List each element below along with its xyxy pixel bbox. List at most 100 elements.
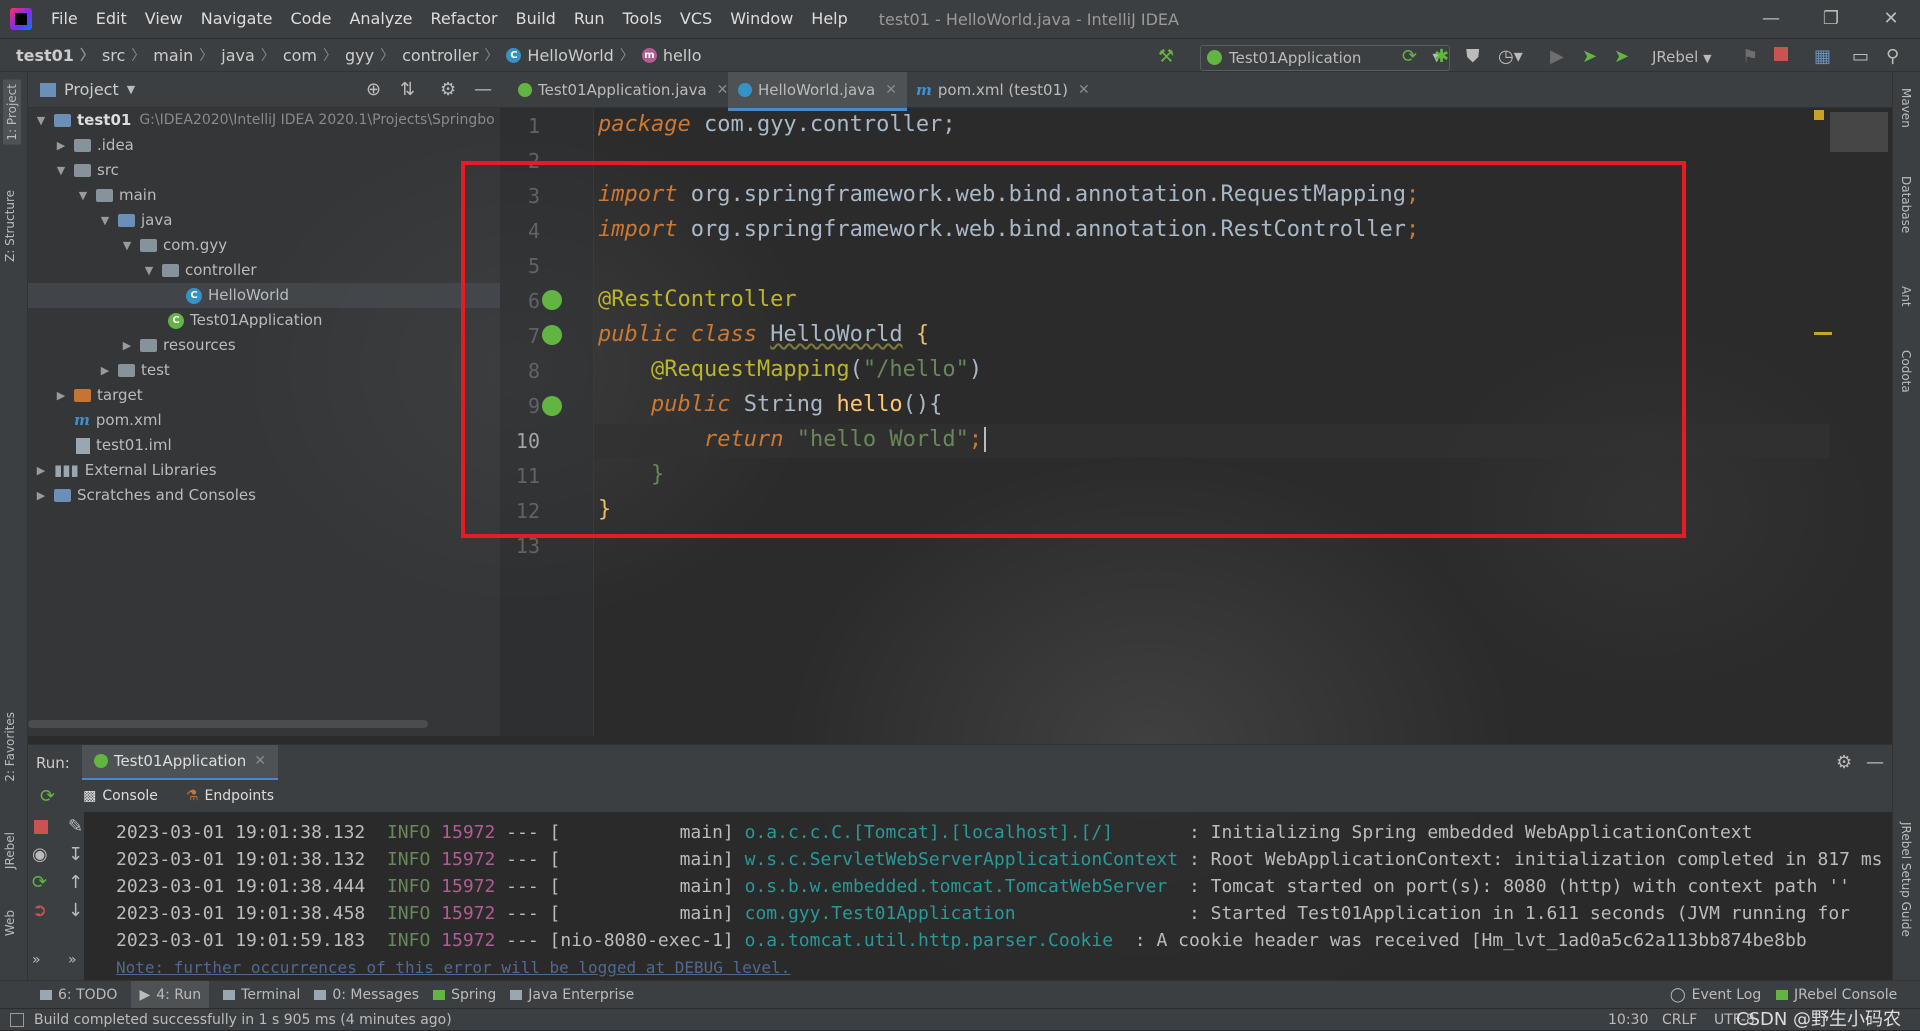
run-tab[interactable]: Test01Application ✕ [81,744,278,781]
breadcrumb-controller[interactable]: controller 〉 [394,45,498,65]
hide-panel-icon[interactable]: — [474,79,492,100]
tree-node-root[interactable]: ▼ test01 G:\IDEA2020\IntelliJ IDEA 2020.… [34,108,495,133]
up-arrow-icon[interactable]: ↑ [68,872,83,893]
project-structure-icon[interactable]: ▦ [1814,45,1831,69]
tool-messages[interactable]: 0: Messages [314,987,419,1003]
tool-codota[interactable]: Codota [1899,350,1913,393]
menu-analyze[interactable]: Analyze [340,0,421,38]
close-window-icon[interactable]: ✕ [1868,0,1914,38]
tab-test01application[interactable]: Test01Application.java ✕ [508,72,738,108]
tool-event-log[interactable]: ◯ Event Log [1670,987,1761,1003]
run-icon[interactable]: ▶ [1550,45,1564,69]
tool-web[interactable]: Web [3,910,17,936]
expand-arrow-icon[interactable]: ▼ [54,158,68,183]
tool-ant[interactable]: Ant [1899,286,1913,307]
minimap[interactable] [1830,112,1888,152]
breadcrumb-hello[interactable]: m hello [634,46,701,65]
horizontal-scrollbar[interactable] [28,720,428,728]
tree-node-helloworld[interactable]: C HelloWorld [28,283,500,308]
jrebel-debug-icon[interactable]: ➤ [1614,45,1629,69]
warning-stripe[interactable] [1814,332,1832,335]
clear-icon[interactable]: ✎ [68,816,83,837]
menu-window[interactable]: Window [721,0,802,38]
breadcrumb-src[interactable]: src 〉 [94,45,145,65]
tree-node-com-gyy[interactable]: ▼ com.gyy [120,233,227,258]
profile-icon[interactable]: ◷▾ [1498,45,1523,69]
breadcrumb-java[interactable]: java 〉 [213,45,275,65]
menu-help[interactable]: Help [802,0,856,38]
stop-icon[interactable] [1774,47,1788,61]
more-icon[interactable]: » [32,952,41,968]
tree-node-idea[interactable]: ▶ .idea [54,133,134,158]
restore-icon[interactable]: ❐ [1808,0,1854,38]
close-tab-icon[interactable]: ✕ [885,82,897,98]
breadcrumb-com[interactable]: com 〉 [275,45,337,65]
more-icon[interactable]: » [68,952,77,968]
code-line-1[interactable]: package com.gyy.controller; [598,112,956,137]
menu-run[interactable]: Run [565,0,614,38]
tree-node-external-libraries[interactable]: ▶ ▮▮▮ External Libraries [34,458,217,483]
line-separator[interactable]: CRLF [1662,1012,1697,1028]
close-tab-icon[interactable]: ✕ [717,82,729,98]
restart-icon[interactable]: ⟳ [32,872,47,893]
tab-helloworld[interactable]: HelloWorld.java ✕ [728,72,907,111]
menu-view[interactable]: View [136,0,192,38]
expand-arrow-icon[interactable]: ▼ [142,258,156,283]
locate-icon[interactable]: ⊕ [366,79,381,100]
breadcrumb-gyy[interactable]: gyy 〉 [337,45,394,65]
tool-run[interactable]: ▶ 4: Run [131,980,210,1009]
menu-tools[interactable]: Tools [614,0,671,38]
menu-refactor[interactable]: Refactor [422,0,507,38]
settings-gear-icon[interactable]: ⚙ [440,79,456,100]
log-logger[interactable]: o.a.c.c.C.[Tomcat].[localhost].[/] [745,822,1113,843]
tool-spring[interactable]: Spring [433,987,496,1003]
tool-maven[interactable]: Maven [1899,88,1913,128]
status-message[interactable]: Build completed successfully in 1 s 905 … [34,1012,452,1028]
menu-vcs[interactable]: VCS [671,0,721,38]
tool-project[interactable]: 1: Project [3,80,21,145]
tool-jrebel-console[interactable]: JRebel Console [1776,987,1897,1003]
project-panel-title[interactable]: Project [64,80,119,99]
tool-java-enterprise[interactable]: Java Enterprise [510,987,634,1003]
menu-build[interactable]: Build [507,0,565,38]
menu-navigate[interactable]: Navigate [192,0,282,38]
breadcrumb-helloworld[interactable]: C HelloWorld 〉 [498,45,634,65]
breadcrumb-test01[interactable]: test01 〉 [0,45,94,65]
tree-node-scratches[interactable]: ▶ Scratches and Consoles [34,483,256,508]
expand-arrow-icon[interactable]: ▼ [34,108,48,133]
expand-arrow-icon[interactable]: ▼ [98,208,112,233]
tree-node-target[interactable]: ▶ target [54,383,143,408]
collapse-arrow-icon[interactable]: ▶ [120,333,134,358]
warning-marker-icon[interactable] [1814,110,1824,120]
collapse-arrow-icon[interactable]: ▶ [98,358,112,383]
endpoints-tab[interactable]: ⚗ Endpoints [186,788,274,804]
camera-icon[interactable]: ◉ [32,844,48,865]
attach-icon[interactable]: ⚑ [1742,45,1758,69]
tree-node-test[interactable]: ▶ test [98,358,170,383]
collapse-arrow-icon[interactable]: ▶ [34,483,48,508]
tree-node-test01application[interactable]: C Test01Application [168,308,322,333]
rerun-icon[interactable]: ⟳ [1402,45,1417,69]
close-tab-icon[interactable]: ✕ [254,753,266,769]
build-hammer-icon[interactable]: ⚒ [1158,45,1174,69]
settings-gear-icon[interactable]: ⚙ [1836,752,1852,773]
caret-position[interactable]: 10:30 [1608,1012,1648,1028]
tree-node-controller[interactable]: ▼ controller [142,258,257,283]
collapse-arrow-icon[interactable]: ▶ [54,383,68,408]
close-tab-icon[interactable]: ✕ [1078,82,1090,98]
tree-node-java[interactable]: ▼ java [98,208,173,233]
stop-icon[interactable] [34,820,48,834]
hide-panel-icon[interactable]: — [1866,752,1884,773]
menu-file[interactable]: File [42,0,87,38]
collapse-arrow-icon[interactable]: ▶ [54,133,68,158]
scroll-end-icon[interactable]: ↧ [68,844,83,865]
tab-pom[interactable]: m pom.xml (test01) ✕ [906,72,1100,108]
down-arrow-icon[interactable]: ↓ [68,900,83,921]
breadcrumb-main[interactable]: main 〉 [145,45,213,65]
tree-node-resources[interactable]: ▶ resources [120,333,236,358]
exit-icon[interactable]: ➲ [32,900,47,921]
tool-database[interactable]: Database [1899,176,1913,233]
tool-jrebel-setup-guide[interactable]: JRebel Setup Guide [1899,822,1913,937]
expand-arrow-icon[interactable]: ▼ [120,233,134,258]
collapse-all-icon[interactable]: ⇅ [400,79,415,100]
